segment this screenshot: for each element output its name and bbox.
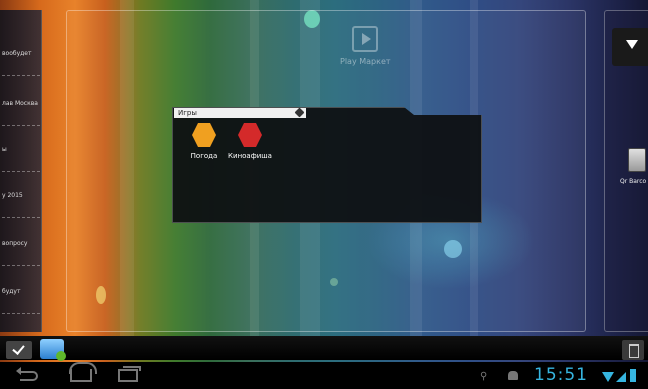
ticket-icon xyxy=(238,123,262,147)
android-debug-icon xyxy=(508,371,518,380)
folder-title-field[interactable]: Игры xyxy=(174,107,306,118)
widget-item[interactable]: будут xyxy=(2,278,40,314)
trash-icon[interactable] xyxy=(622,340,644,360)
widget-item[interactable]: вообудет xyxy=(2,40,40,76)
play-market-icon[interactable] xyxy=(352,26,378,52)
left-widget-panel[interactable]: вообудет лав Москва ы у 2015 вопросу буд… xyxy=(0,10,42,332)
notification-widget[interactable] xyxy=(612,28,648,66)
folder-app-label: Киноафиша xyxy=(228,152,272,160)
widget-item[interactable]: у 2015 xyxy=(2,182,40,218)
play-market-label: Play Маркет xyxy=(340,57,391,66)
battery-icon xyxy=(630,369,636,382)
qr-barcode-app-label: Qr Barco xyxy=(620,178,647,185)
dock-bar xyxy=(0,336,648,360)
widget-item[interactable]: вопросу xyxy=(2,230,40,266)
widget-item[interactable]: ы xyxy=(2,136,40,172)
umbrella-icon xyxy=(192,123,216,147)
signal-icon xyxy=(616,372,626,382)
back-icon[interactable] xyxy=(16,367,38,381)
folder-app-kinoafisha[interactable]: Киноафиша xyxy=(222,123,278,160)
check-icon[interactable] xyxy=(6,341,32,359)
usb-icon: ⚲ xyxy=(480,371,488,382)
edit-icon[interactable] xyxy=(294,107,305,118)
wifi-status-icon xyxy=(602,372,614,382)
widget-item[interactable]: лав Москва xyxy=(2,90,40,126)
wifi-icon xyxy=(626,40,638,49)
status-time[interactable]: 15:51 xyxy=(534,365,588,385)
home-screen: Play Маркет вообудет лав Москва ы у 2015… xyxy=(0,0,648,389)
qr-barcode-app-icon[interactable] xyxy=(628,148,646,172)
folder-title: Игры xyxy=(178,109,197,117)
home-icon[interactable] xyxy=(69,362,97,382)
app-store-icon[interactable] xyxy=(40,339,66,361)
recent-apps-icon[interactable] xyxy=(118,366,141,382)
